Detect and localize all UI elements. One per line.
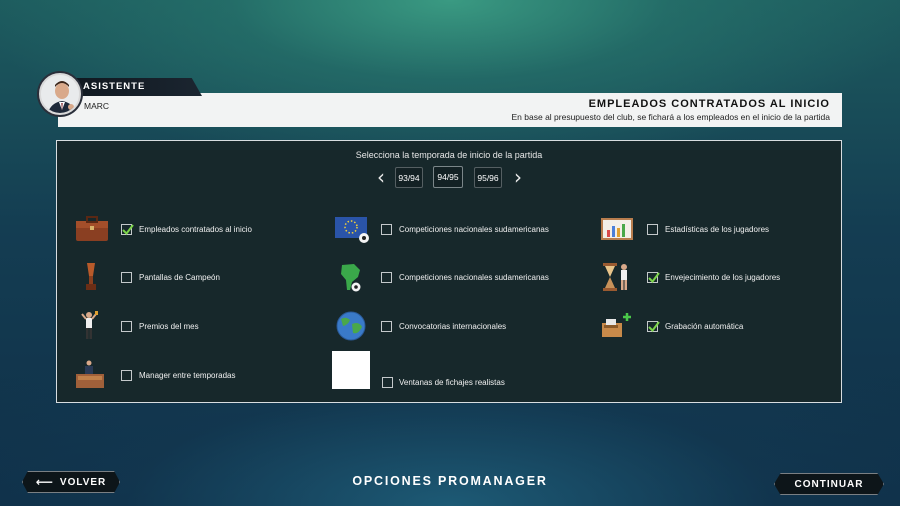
eu-flag-ball-icon <box>335 217 369 243</box>
assistant-title: EMPLEADOS CONTRATADOS AL INICIO <box>588 98 830 110</box>
checkbox-player-stats[interactable] <box>647 224 658 235</box>
option-label: Pantallas de Campeón <box>139 273 220 282</box>
checkbox-monthly-awards[interactable] <box>121 321 132 332</box>
options-panel: Selecciona la temporada de inicio de la … <box>56 140 842 403</box>
checkbox-champion-screens[interactable] <box>121 272 132 283</box>
assistant-header: ASISTENTE MARC EMPLEADOS CONTRATADOS AL … <box>36 72 842 128</box>
blank-placeholder-icon <box>332 351 370 389</box>
option-label: Competiciones nacionales sudamericanas <box>399 273 549 282</box>
assistant-tab: ASISTENTE <box>74 78 202 96</box>
option-label: Grabación automática <box>665 322 744 331</box>
season-prev-arrow[interactable]: ‹ <box>375 165 387 189</box>
award-player-icon <box>81 311 98 339</box>
checkbox-sa-national-competitions[interactable] <box>381 224 392 235</box>
season-option-94-95[interactable]: 94/95 <box>433 166 463 188</box>
season-next-arrow[interactable]: › <box>512 165 524 189</box>
globe-icon <box>336 311 366 341</box>
checkbox-realistic-transfer-windows[interactable] <box>382 377 393 388</box>
checkbox-player-aging[interactable] <box>647 272 660 284</box>
hourglass-player-icon <box>603 263 627 291</box>
continue-button-label: CONTINUAR <box>794 478 864 490</box>
manager-desk-icon <box>76 360 104 388</box>
option-label: Premios del mes <box>139 322 199 331</box>
option-label: Competiciones nacionales sudamericanas <box>399 225 549 234</box>
screen-title: OPCIONES PROMANAGER <box>352 474 548 488</box>
season-prompt: Selecciona la temporada de inicio de la … <box>355 150 543 160</box>
checkbox-international-callups[interactable] <box>381 321 392 332</box>
option-label: Estadísticas de los jugadores <box>665 225 770 234</box>
briefcase-icon <box>76 216 108 241</box>
checkbox-manager-between-seasons[interactable] <box>121 370 132 381</box>
continue-button[interactable]: CONTINUAR <box>774 473 884 495</box>
option-label: Empleados contratados al inicio <box>139 225 252 234</box>
south-america-map-icon <box>341 264 361 292</box>
assistant-name: MARC <box>84 101 110 111</box>
stats-board-icon <box>601 218 633 240</box>
trophy-icon <box>86 263 96 290</box>
assistant-message-bar: MARC EMPLEADOS CONTRATADOS AL INICIO En … <box>58 93 842 127</box>
option-label: Envejecimiento de los jugadores <box>665 273 781 282</box>
option-label: Manager entre temporadas <box>139 371 236 380</box>
checkbox-hired-staff[interactable] <box>121 224 134 236</box>
option-label: Ventanas de fichajes realistas <box>399 378 505 387</box>
option-label: Convocatorias internacionales <box>399 322 507 331</box>
assistant-tab-label: ASISTENTE <box>83 81 146 92</box>
checkbox-sa-national-competitions-2[interactable] <box>381 272 392 283</box>
season-option-95-96[interactable]: 95/96 <box>474 167 502 188</box>
checkbox-auto-save[interactable] <box>647 321 660 333</box>
assistant-subtitle: En base al presupuesto del club, se fich… <box>511 112 830 122</box>
auto-save-icon <box>602 313 631 337</box>
season-option-93-94[interactable]: 93/94 <box>395 167 423 188</box>
assistant-avatar <box>39 73 81 115</box>
